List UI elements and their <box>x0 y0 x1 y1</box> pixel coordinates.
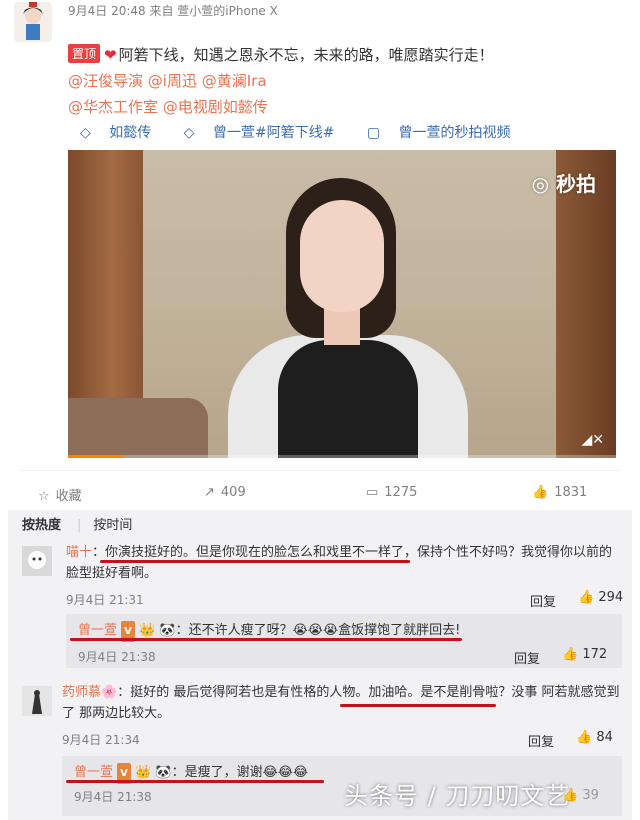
topic-link[interactable]: ◇ 曾一萱#阿箬下线# <box>184 125 349 141</box>
mention-link[interactable]: @华杰工作室 <box>68 98 158 116</box>
topic-icon: ◇ <box>80 125 96 141</box>
mention-link[interactable]: @电视剧如懿传 <box>163 98 268 116</box>
reply-button[interactable]: 回复 <box>528 731 554 750</box>
thumbs-up-icon: 👍 <box>576 730 597 745</box>
heart-icon: ❤ <box>104 46 117 64</box>
reply-author[interactable]: 曾一萱 <box>74 765 113 780</box>
poster-avatar[interactable] <box>14 2 52 42</box>
video-person <box>228 170 488 458</box>
action-bar: ☆ 收藏 ↗ 409 ▭ 1275 👍 1831 <box>20 470 620 511</box>
topic-icon: ◇ <box>183 125 199 141</box>
reply-time: 9月4日 21:38 <box>74 790 152 804</box>
video-progress-bar[interactable] <box>68 455 616 458</box>
reply-author[interactable]: 曾一萱 <box>78 623 117 638</box>
crown-icon: 👑 <box>135 765 152 780</box>
comment-like[interactable]: 👍 84 <box>576 730 613 745</box>
pin-badge: 置顶 <box>68 44 101 63</box>
watermark: 头条号 / 刀刀叨文艺 <box>344 782 571 810</box>
comment-like[interactable]: 👍 294 <box>578 590 623 605</box>
comment-time: 9月4日 21:34 <box>62 733 140 747</box>
highlight-underline <box>70 638 462 641</box>
highlight-underline <box>100 560 410 563</box>
camera-icon: ◎ <box>531 172 556 196</box>
thumbs-up-icon: 👍 <box>578 590 599 605</box>
highlight-underline <box>340 704 496 707</box>
thumbs-up-icon: 👍 <box>532 485 549 500</box>
mention-link[interactable]: @汪俊导演 <box>68 72 143 90</box>
comment-time: 9月4日 21:31 <box>66 593 144 607</box>
panda-icon: 🐼 <box>155 765 172 780</box>
like-button[interactable]: 👍 1831 <box>532 485 587 500</box>
commenter-avatar[interactable] <box>22 686 52 716</box>
mentions-row: @汪俊导演 @i周迅 @黄澜Ira <box>68 70 267 91</box>
crown-icon: 👑 <box>139 623 156 638</box>
commenter-name[interactable]: 喵十 <box>66 545 92 560</box>
flower-icon: 🌸 <box>101 685 118 700</box>
reply-button[interactable]: 回复 <box>530 591 556 610</box>
mute-icon[interactable]: ◢✕ <box>582 432 605 448</box>
video-icon: ▢ <box>366 125 385 141</box>
video-watermark: ◎ 秒拍 <box>531 172 596 196</box>
repost-button[interactable]: ↗ 409 <box>204 485 246 500</box>
repost-icon: ↗ <box>204 485 215 500</box>
sort-tabs: 按热度 | 按时间 <box>22 518 133 533</box>
mention-link[interactable]: @黄澜Ira <box>202 72 267 90</box>
video-link[interactable]: ▢ 曾一萱的秒拍视频 <box>367 125 525 141</box>
reply-like[interactable]: 👍 172 <box>562 647 607 662</box>
panda-icon: 🐼 <box>159 623 176 638</box>
sofa <box>68 398 208 458</box>
tab-hot[interactable]: 按热度 <box>22 518 61 533</box>
topic-row: ◇ 如懿传 ◇ 曾一萱#阿箬下线# ▢ 曾一萱的秒拍视频 <box>80 122 539 142</box>
highlight-underline <box>66 780 324 783</box>
topic-link[interactable]: ◇ 如懿传 <box>80 125 165 141</box>
mention-link[interactable]: @i周迅 <box>148 72 197 90</box>
reply-time: 9月4日 21:38 <box>78 650 156 664</box>
post-meta: 9月4日 20:48 来自 萱小萱的iPhone X <box>68 4 278 18</box>
post-text: 阿箬下线，知遇之恩永不忘，未来的路，唯愿踏实行走！ <box>118 46 494 64</box>
video-player[interactable]: ◎ 秒拍 ◢✕ <box>68 150 616 458</box>
comment-icon: ▭ <box>366 485 379 500</box>
comment-button[interactable]: ▭ 1275 <box>366 485 417 500</box>
post-text-line: 置顶 ❤ 阿箬下线，知遇之恩永不忘，未来的路，唯愿踏实行走！ <box>68 44 494 65</box>
star-icon: ☆ <box>38 489 50 504</box>
laughing-emoji-icon: 😂😂😂 <box>262 765 309 780</box>
reply-button[interactable]: 回复 <box>514 648 540 667</box>
comment-text: 喵十：你演技挺好的。但是你现在的脸怎么和戏里不一样了，保持个性不好吗？我觉得你以… <box>66 545 613 581</box>
comment-text: 药师慕🌸：挺好的 最后觉得阿若也是有性格的人物。加油哈。是不是削骨啦？没事 阿若… <box>62 685 620 721</box>
tab-time[interactable]: 按时间 <box>93 518 132 533</box>
mentions-row: @华杰工作室 @电视剧如懿传 <box>68 96 268 117</box>
crying-emoji-icon: 😭😭😭 <box>292 623 339 638</box>
commenter-avatar[interactable] <box>22 546 52 576</box>
thumbs-up-icon: 👍 <box>562 647 583 662</box>
favorite-button[interactable]: ☆ 收藏 <box>38 485 82 504</box>
commenter-name[interactable]: 药师慕 <box>62 685 101 700</box>
